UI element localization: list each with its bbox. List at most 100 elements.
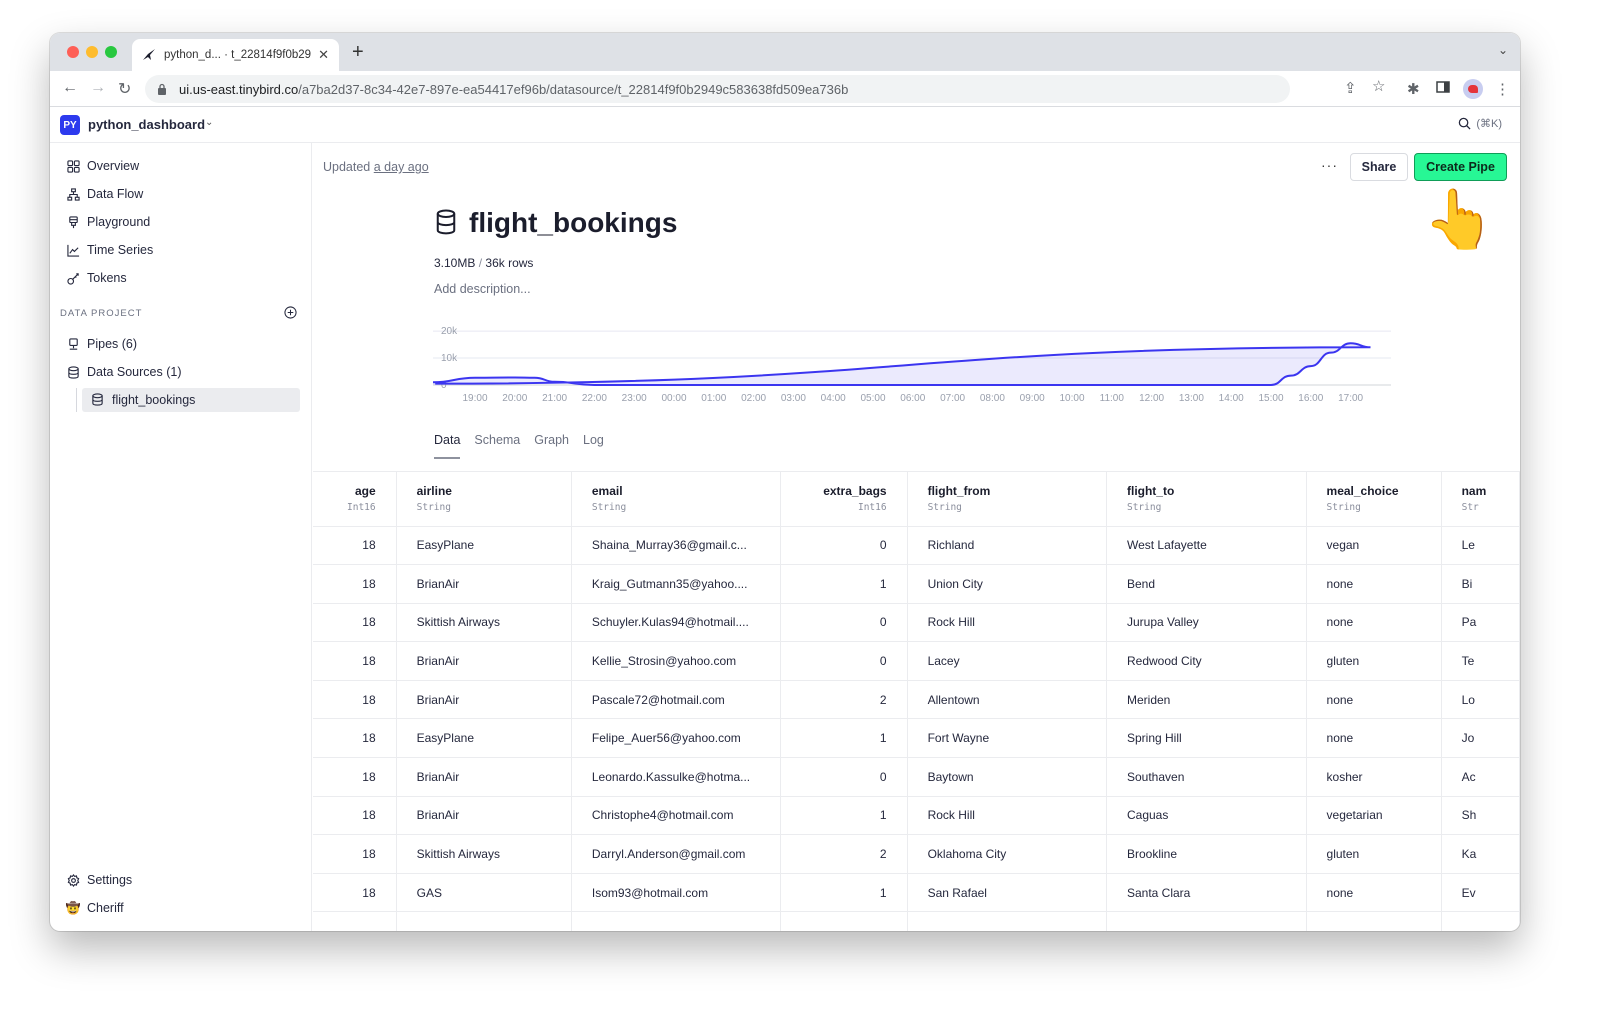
sidebar-item-pipes[interactable]: Pipes (6)	[66, 333, 137, 355]
sidebar-item-playground[interactable]: Playground	[66, 211, 150, 233]
tab-log[interactable]: Log	[583, 433, 604, 459]
column-header-extra-bags[interactable]: extra_bags Int16	[780, 472, 908, 527]
table-row[interactable]: 18 BrianAir Kraig_Gutmann35@yahoo.... 1 Unio…	[313, 564, 1520, 604]
cell-flight-to	[1106, 911, 1307, 931]
share-button[interactable]: Share	[1350, 153, 1408, 181]
sidebar-item-data-flow[interactable]: Data Flow	[66, 183, 143, 205]
description-input[interactable]: Add description...	[434, 282, 531, 296]
address-bar[interactable]: ui.us-east.tinybird.co/a7ba2d37-8c34-42e…	[145, 75, 1290, 103]
forward-icon[interactable]: →	[90, 79, 106, 97]
meta-separator: /	[478, 256, 483, 270]
sidebar-item-tokens[interactable]: Tokens	[66, 267, 127, 289]
column-header-flight-from[interactable]: flight_from String	[907, 472, 1107, 527]
table-row[interactable]: 18 EasyPlane Shaina_Murray36@gmail.c... 0 Ri…	[313, 526, 1520, 566]
x-tick-label: 03:00	[781, 393, 806, 404]
x-tick-label: 10:00	[1059, 393, 1084, 404]
sidebar-item-flight-bookings[interactable]: flight_bookings	[82, 388, 300, 412]
cell-age: 18	[313, 873, 397, 913]
cell-nam: Sh	[1441, 796, 1520, 836]
datasource-title: flight_bookings	[435, 207, 677, 239]
more-options-button[interactable]: ···	[1321, 157, 1338, 173]
table-row[interactable]: 18 BrianAir Pascale72@hotmail.com 2 Allentow…	[313, 680, 1520, 720]
close-tab-icon[interactable]: ✕	[318, 47, 329, 63]
workspace-badge[interactable]: PY	[60, 115, 80, 135]
cell-flight-from: Richland	[907, 526, 1107, 566]
data-table-container[interactable]: age Int16 airline String email String extra_ba…	[313, 471, 1520, 931]
key-icon	[66, 271, 80, 285]
pointing-hand-icon: 👆	[1423, 187, 1496, 252]
cell-email: Pascale72@hotmail.com	[571, 680, 781, 720]
sidebar-item-settings[interactable]: Settings	[66, 869, 132, 891]
x-tick-label: 16:00	[1298, 393, 1323, 404]
column-header-airline[interactable]: airline String	[396, 472, 572, 527]
reload-icon[interactable]: ↻	[118, 79, 131, 99]
tab-data[interactable]: Data	[434, 433, 461, 459]
cell-flight-from: San Rafael	[907, 873, 1107, 913]
sidebar-item-label: Overview	[87, 159, 140, 173]
updated-time-link[interactable]: a day ago	[374, 160, 429, 174]
column-type: String	[591, 502, 627, 514]
main-content: Updated a day ago ··· Share Create Pipe …	[313, 143, 1520, 931]
sidebar-item-user[interactable]: 🤠 Cheriff	[66, 897, 124, 919]
column-header-age[interactable]: age Int16	[313, 472, 397, 527]
cell-meal-choice: gluten	[1306, 834, 1442, 874]
sidebar-item-data-sources[interactable]: Data Sources (1)	[66, 361, 181, 383]
search-button[interactable]: (⌘K)	[1458, 117, 1502, 130]
cell-meal-choice: gluten	[1306, 641, 1442, 681]
browser-menu-icon[interactable]: ⋮	[1495, 80, 1510, 98]
tab-schema[interactable]: Schema	[474, 433, 520, 459]
minimize-window-button[interactable]	[86, 46, 98, 58]
sidebar-item-label: Settings	[87, 873, 133, 887]
bookmark-star-icon[interactable]: ☆	[1372, 77, 1385, 95]
profile-avatar[interactable]	[1463, 79, 1483, 99]
playground-icon	[66, 215, 80, 229]
add-resource-button[interactable]	[284, 306, 297, 319]
workspace-name[interactable]: python_dashboard	[88, 117, 205, 132]
extensions-icon[interactable]: ✱	[1407, 80, 1420, 98]
chevron-down-icon[interactable]: ⌄	[205, 117, 213, 128]
datasource-meta: 3.10MB / 36k rows	[434, 256, 533, 270]
x-tick-label: 09:00	[1020, 393, 1045, 404]
side-panel-icon[interactable]	[1436, 80, 1450, 98]
sidebar-item-label: Data Flow	[87, 187, 144, 201]
x-tick-label: 01:00	[701, 393, 726, 404]
table-row[interactable]: 18 GAS Isom93@hotmail.com 1 San Rafael Santa …	[313, 873, 1520, 913]
pipe-icon	[66, 337, 80, 351]
cell-email: Christophe4@hotmail.com	[571, 796, 781, 836]
share-page-icon[interactable]: ⇪	[1344, 79, 1357, 97]
sidebar-item-time-series[interactable]: Time Series	[66, 239, 153, 261]
cell-flight-to: Bend	[1106, 564, 1307, 604]
datasource-size: 3.10MB	[434, 256, 476, 270]
cell-airline: EasyPlane	[396, 718, 572, 759]
cell-nam: Ac	[1441, 757, 1520, 797]
table-row[interactable]: 18 Skittish Airways Schuyler.Kulas94@hotma…	[313, 603, 1520, 643]
close-window-button[interactable]	[67, 46, 79, 58]
column-header-meal-choice[interactable]: meal_choice String	[1306, 472, 1442, 527]
cell-flight-from: Rock Hill	[907, 603, 1107, 643]
cell-extra-bags: 1	[780, 564, 908, 604]
maximize-window-button[interactable]	[105, 46, 117, 58]
table-row[interactable]	[313, 911, 1520, 931]
bird-icon	[1468, 85, 1478, 93]
new-tab-button[interactable]: +	[352, 41, 364, 64]
browser-tab[interactable]: python_d... · t_22814f9f0b29 ✕	[132, 39, 339, 71]
cell-flight-to: West Lafayette	[1106, 526, 1307, 566]
column-header-nam[interactable]: nam Str	[1441, 472, 1520, 527]
column-header-email[interactable]: email String	[571, 472, 781, 527]
column-name: extra_bags	[823, 484, 887, 499]
cell-email: Schuyler.Kulas94@hotmail....	[571, 603, 781, 643]
cell-airline: GAS	[396, 873, 572, 913]
tab-graph[interactable]: Graph	[534, 433, 569, 459]
column-header-flight-to[interactable]: flight_to String	[1106, 472, 1307, 527]
table-row[interactable]: 18 BrianAir Christophe4@hotmail.com 1 Rock H…	[313, 796, 1520, 836]
sidebar-item-overview[interactable]: Overview	[66, 155, 139, 177]
back-icon[interactable]: ←	[62, 79, 78, 97]
table-row[interactable]: 18 BrianAir Leonardo.Kassulke@hotma... 0 Bay…	[313, 757, 1520, 797]
table-row[interactable]: 18 Skittish Airways Darryl.Anderson@gmail.…	[313, 834, 1520, 874]
create-pipe-button[interactable]: Create Pipe	[1414, 153, 1507, 181]
table-row[interactable]: 18 BrianAir Kellie_Strosin@yahoo.com 0 Lacey…	[313, 641, 1520, 681]
cell-meal-choice: kosher	[1306, 757, 1442, 797]
column-name: email	[591, 484, 623, 499]
tab-search-chevron-icon[interactable]: ⌄	[1498, 43, 1508, 57]
table-row[interactable]: 18 EasyPlane Felipe_Auer56@yahoo.com 1 Fort …	[313, 718, 1520, 759]
